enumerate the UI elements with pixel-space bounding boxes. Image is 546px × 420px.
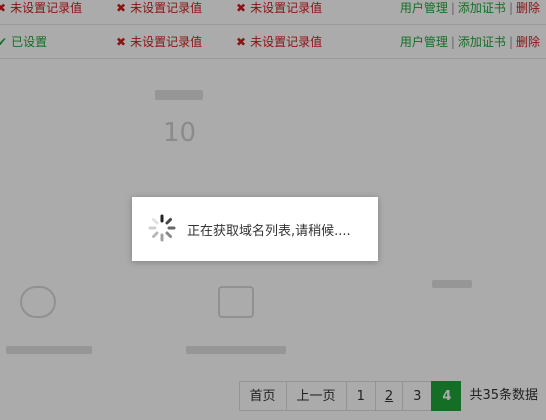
loading-dialog: 正在获取域名列表,请稍候.... [132,197,378,261]
loading-spinner-icon [148,214,176,242]
loading-message: 正在获取域名列表,请稍候.... [187,224,351,239]
